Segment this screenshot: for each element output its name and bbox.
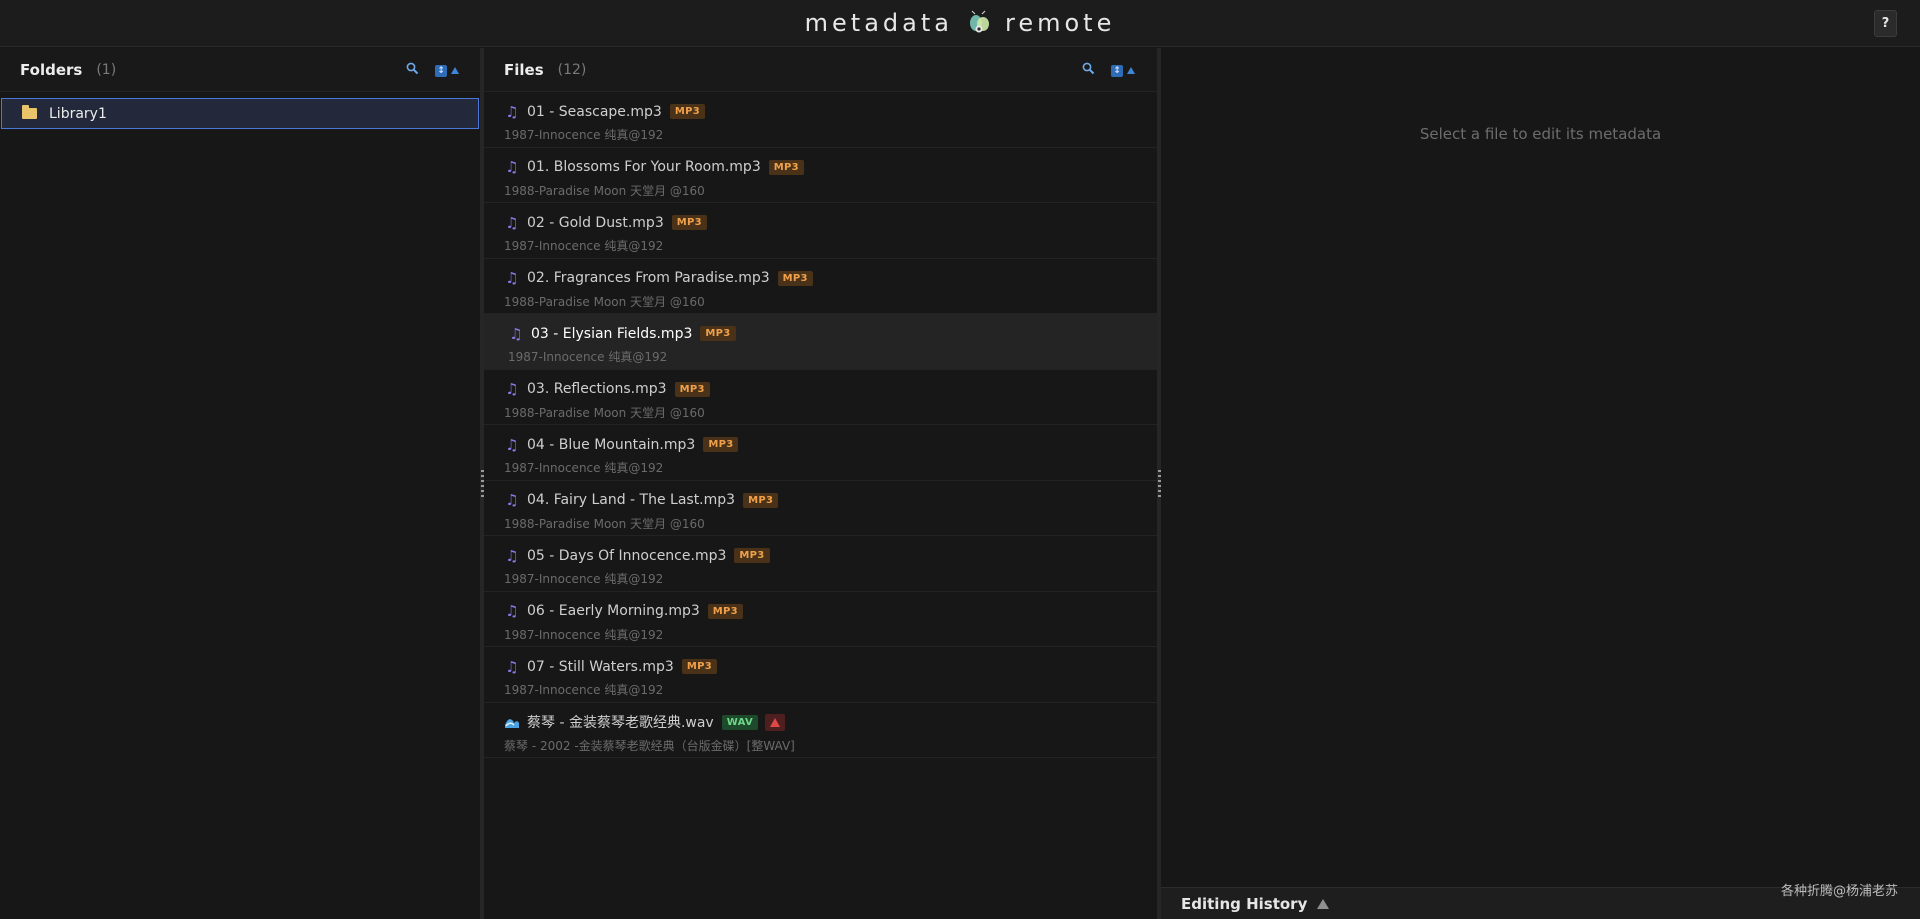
file-row[interactable]: ♫ 07 - Still Waters.mp3 MP3 1987-Innocence… [484, 647, 1157, 703]
file-row[interactable]: ♫ 02. Fragrances From Paradise.mp3 MP3 198… [484, 259, 1157, 314]
file-subtitle: 1987-Innocence 纯真@192 [504, 572, 664, 586]
music-note-icon: ♫ [505, 435, 519, 454]
file-subtitle: 蔡琴 - 2002 -金装蔡琴老歌经典（台版金碟）[整WAV] [504, 738, 795, 753]
music-note-icon: ♫ [505, 657, 519, 676]
file-name: 蔡琴 - 金装蔡琴老歌经典.wav [527, 715, 714, 731]
file-subtitle: 1987-Innocence 纯真@192 [508, 350, 668, 364]
editor-panel: Select a file to edit its metadata Editi… [1161, 48, 1920, 919]
file-name: 04 - Blue Mountain.mp3 [527, 436, 696, 453]
sort-button[interactable]: ↕ [435, 64, 459, 77]
format-badge: WAV [721, 714, 758, 730]
music-note-icon: ♫ [505, 546, 519, 565]
folders-panel-header: Folders (1) ↕ [0, 48, 481, 92]
app-title: metadata remote [0, 6, 1920, 40]
format-badge: MP3 [777, 270, 813, 286]
music-note-icon: ♫ [505, 380, 519, 398]
file-row[interactable]: ♫ 01. Blossoms For Your Room.mp3 MP3 1988-… [484, 148, 1157, 203]
format-badge: MP3 [703, 437, 739, 452]
sort-order-icon: ↕ [1111, 64, 1123, 77]
warning-icon [765, 713, 785, 731]
music-note-icon: ♫ [505, 102, 519, 121]
file-row[interactable]: 蔡琴 - 金装蔡琴老歌经典.wav WAV 蔡琴 - 2002 -金装蔡琴老歌经… [484, 703, 1157, 758]
file-name: 03. Reflections.mp3 [527, 381, 667, 397]
file-row[interactable]: ♫ 06 - Eaerly Morning.mp3 MP3 1987-Innocen… [484, 592, 1157, 647]
cicada-logo-icon [965, 9, 993, 37]
expand-up-icon [1317, 898, 1330, 909]
search-icon[interactable] [406, 62, 419, 79]
sort-button[interactable]: ↕ [1111, 64, 1135, 77]
wave-icon [504, 715, 520, 729]
app-header: metadata remote ? [0, 0, 1920, 47]
file-name: 07 - Still Waters.mp3 [527, 658, 674, 675]
format-badge: MP3 [671, 215, 707, 230]
app-title-left: metadata [804, 9, 953, 37]
format-badge: MP3 [768, 159, 804, 175]
file-row[interactable]: ♫ 01 - Seascape.mp3 MP3 1987-Innocence 纯真@… [484, 92, 1157, 148]
sort-order-icon: ↕ [435, 64, 447, 77]
help-button[interactable]: ? [1874, 10, 1897, 37]
sort-ascending-icon [451, 67, 459, 74]
file-list: ♫ 01 - Seascape.mp3 MP3 1987-Innocence 纯真@… [484, 92, 1157, 758]
file-row[interactable]: ♫ 04 - Blue Mountain.mp3 MP3 1987-Innocenc… [484, 425, 1157, 481]
files-tools: ↕ [1082, 62, 1135, 79]
file-name: 04. Fairy Land - The Last.mp3 [527, 492, 736, 508]
folder-label: Library1 [49, 105, 107, 122]
music-note-icon: ♫ [505, 213, 519, 232]
file-row[interactable]: ♫ 04. Fairy Land - The Last.mp3 MP3 1988-P… [484, 481, 1157, 536]
music-note-icon: ♫ [505, 602, 519, 620]
file-subtitle: 1987-Innocence 纯真@192 [504, 239, 664, 253]
music-note-icon: ♫ [505, 269, 519, 287]
files-count: (12) [557, 61, 587, 78]
editing-history-label: Editing History [1181, 894, 1308, 913]
format-badge: MP3 [707, 603, 743, 619]
file-row[interactable]: ♫ 03. Reflections.mp3 MP3 1988-Paradise Mo… [484, 370, 1157, 425]
file-name: 01 - Seascape.mp3 [527, 103, 662, 120]
format-badge: MP3 [681, 659, 717, 674]
format-badge: MP3 [743, 492, 779, 508]
file-name: 06 - Eaerly Morning.mp3 [527, 603, 700, 619]
file-row-hovered[interactable]: ♫ 03 - Elysian Fields.mp3 MP3 1987-Innocen… [484, 314, 1157, 370]
music-note-icon: ♫ [505, 491, 519, 509]
folder-icon [22, 105, 37, 119]
file-name: 03 - Elysian Fields.mp3 [531, 325, 693, 342]
watermark-text: 各种折腾@杨浦老苏 [1780, 884, 1898, 899]
folders-title: Folders [20, 60, 83, 79]
file-subtitle: 1987-Innocence 纯真@192 [504, 461, 664, 475]
files-title: Files [504, 60, 544, 79]
format-badge: MP3 [674, 381, 710, 397]
folders-panel: Folders (1) ↕ Library1 [0, 48, 481, 919]
editor-placeholder: Select a file to edit its metadata [1419, 125, 1662, 143]
file-row[interactable]: ♫ 05 - Days Of Innocence.mp3 MP3 1987-Inno… [484, 536, 1157, 592]
folder-item-library1[interactable]: Library1 [1, 98, 479, 129]
files-panel: Files (12) ↕ ♫ 01 - Seascape.mp3 MP3 1987-… [484, 48, 1157, 919]
file-subtitle: 1988-Paradise Moon 天堂月 @160 [504, 516, 705, 531]
file-subtitle: 1988-Paradise Moon 天堂月 @160 [504, 294, 705, 309]
file-name: 01. Blossoms For Your Room.mp3 [527, 159, 761, 175]
sort-ascending-icon [1127, 67, 1135, 74]
files-panel-header: Files (12) ↕ [484, 48, 1157, 92]
file-row[interactable]: ♫ 02 - Gold Dust.mp3 MP3 1987-Innocence 纯真… [484, 203, 1157, 259]
music-note-icon: ♫ [509, 324, 523, 343]
file-name: 02 - Gold Dust.mp3 [527, 214, 664, 231]
folders-count: (1) [96, 61, 117, 78]
file-name: 02. Fragrances From Paradise.mp3 [527, 270, 770, 286]
music-note-icon: ♫ [505, 158, 519, 176]
app-title-right: remote [1004, 9, 1116, 37]
file-subtitle: 1988-Paradise Moon 天堂月 @160 [504, 405, 705, 420]
folders-tools: ↕ [406, 62, 459, 79]
file-name: 05 - Days Of Innocence.mp3 [527, 547, 727, 564]
file-subtitle: 1987-Innocence 纯真@192 [504, 128, 664, 142]
file-subtitle: 1987-Innocence 纯真@192 [504, 627, 664, 642]
file-subtitle: 1987-Innocence 纯真@192 [504, 683, 664, 697]
search-icon[interactable] [1082, 62, 1095, 79]
file-subtitle: 1988-Paradise Moon 天堂月 @160 [504, 183, 705, 198]
format-badge: MP3 [734, 548, 770, 563]
format-badge: MP3 [669, 104, 705, 119]
format-badge: MP3 [700, 326, 736, 341]
